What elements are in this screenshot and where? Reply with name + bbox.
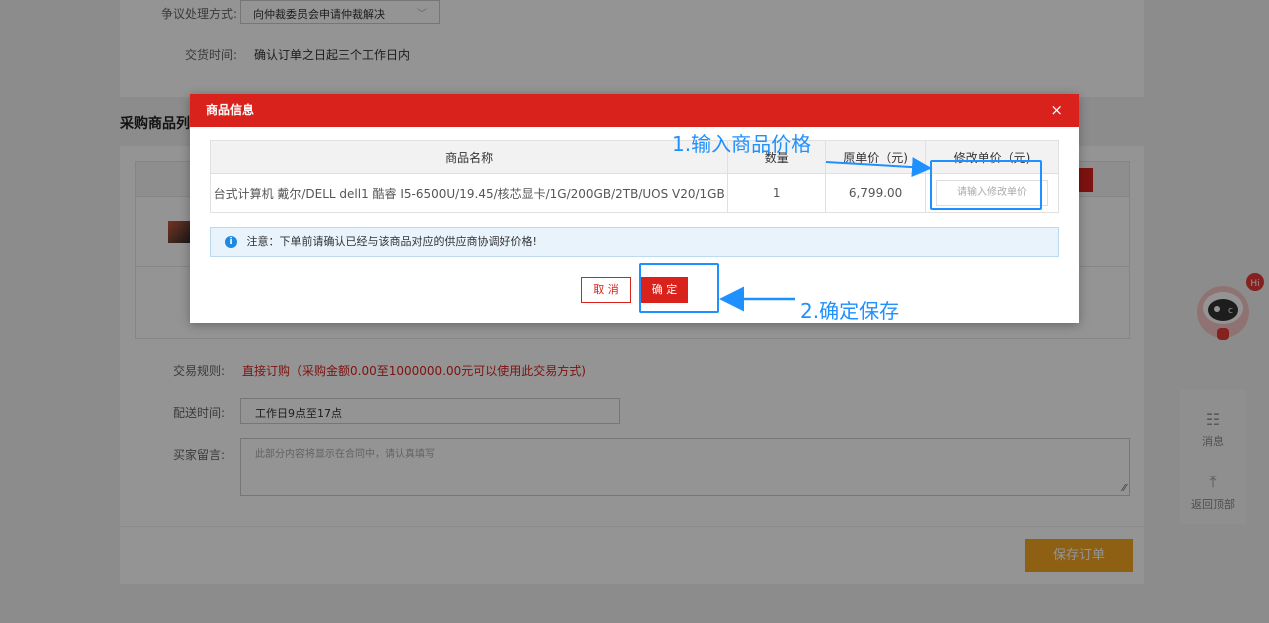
arrow-to-price-input — [825, 157, 932, 178]
annotation-arrows — [719, 157, 932, 312]
